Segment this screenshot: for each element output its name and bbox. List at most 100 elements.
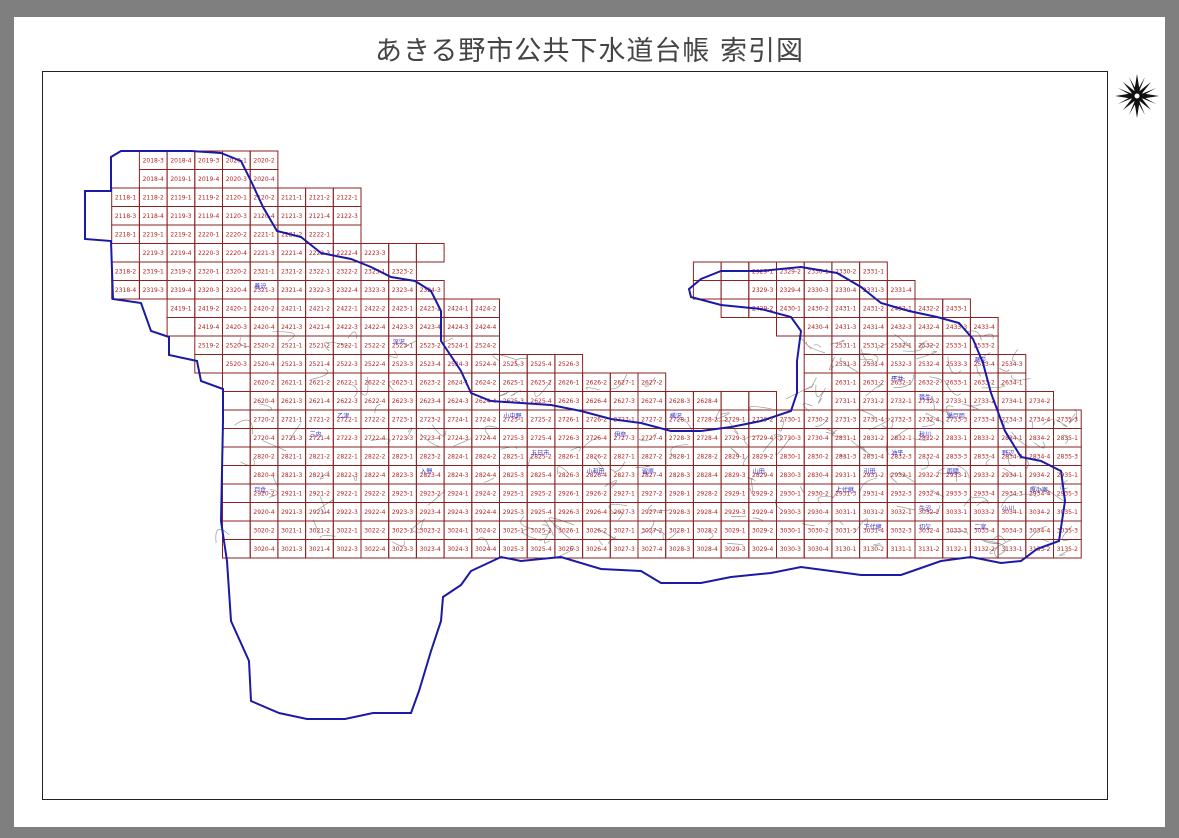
- grid-cell[interactable]: 2932-1: [886, 465, 916, 485]
- grid-cell[interactable]: 2923-1: [388, 483, 417, 503]
- grid-cell[interactable]: 2734-1: [997, 391, 1027, 411]
- grid-cell[interactable]: 2821-2: [305, 446, 334, 466]
- grid-cell[interactable]: [720, 280, 750, 300]
- grid-cell[interactable]: 2826-2: [582, 446, 611, 466]
- grid-cell[interactable]: 3024-2: [471, 520, 500, 540]
- grid-cell[interactable]: 2420-2: [249, 298, 279, 318]
- grid-cell[interactable]: [222, 502, 251, 522]
- grid-cell[interactable]: 2732-3: [886, 409, 916, 429]
- grid-cell[interactable]: [222, 409, 251, 429]
- grid-cell[interactable]: 3035-1: [1053, 502, 1082, 522]
- grid-cell[interactable]: 2732-1: [886, 391, 916, 411]
- grid-cell[interactable]: 2921-1: [277, 483, 307, 503]
- grid-cell[interactable]: 2532-2: [914, 335, 944, 355]
- grid-cell[interactable]: 2934-1: [997, 465, 1027, 485]
- grid-cell[interactable]: 2220-2: [222, 224, 251, 244]
- grid-cell[interactable]: 3021-1: [277, 520, 307, 540]
- grid-cell[interactable]: 2833-3: [942, 446, 971, 466]
- grid-cell[interactable]: 2934-3: [997, 483, 1027, 503]
- grid-cell[interactable]: 2935-3: [1053, 483, 1082, 503]
- grid-cell[interactable]: 2420-3: [222, 317, 251, 337]
- grid-cell[interactable]: 2834-2: [1025, 428, 1055, 448]
- grid-cell[interactable]: 2828-1: [665, 446, 694, 466]
- grid-cell[interactable]: [222, 483, 251, 503]
- grid-cell[interactable]: 2924-1: [443, 483, 473, 503]
- grid-cell[interactable]: [222, 372, 251, 392]
- grid-cell[interactable]: 2828-2: [692, 446, 722, 466]
- grid-cell[interactable]: 2431-2: [859, 298, 888, 318]
- grid-cell[interactable]: 3027-1: [609, 520, 639, 540]
- grid-cell[interactable]: 2932-4: [914, 483, 944, 503]
- grid-cell[interactable]: 2820-4: [249, 465, 279, 485]
- grid-cell[interactable]: 2730-1: [776, 409, 805, 429]
- grid-cell[interactable]: 3034-3: [997, 520, 1027, 540]
- grid-cell[interactable]: 2319-4: [166, 280, 196, 300]
- grid-cell[interactable]: 2928-1: [665, 483, 694, 503]
- grid-cell[interactable]: 2620-4: [249, 391, 279, 411]
- grid-cell[interactable]: 2118-1: [111, 187, 140, 207]
- grid-cell[interactable]: 2632-2: [914, 372, 944, 392]
- grid-cell[interactable]: 2431-4: [859, 317, 888, 337]
- grid-cell[interactable]: 3033-2: [969, 502, 999, 522]
- grid-cell[interactable]: 2119-1: [166, 187, 196, 207]
- grid-cell[interactable]: 2821-3: [277, 465, 307, 485]
- grid-cell[interactable]: 2432-3: [886, 317, 916, 337]
- grid-cell[interactable]: 3034-2: [1025, 502, 1055, 522]
- grid-cell[interactable]: 2829-3: [720, 465, 750, 485]
- grid-cell[interactable]: 2835-3: [1053, 446, 1082, 466]
- grid-cell[interactable]: 2625-4: [526, 391, 556, 411]
- grid-cell[interactable]: 2522-2: [360, 335, 390, 355]
- grid-cell[interactable]: 2526-3: [554, 354, 584, 374]
- grid-cell[interactable]: 2219-4: [166, 243, 196, 263]
- grid-cell[interactable]: 2521-2: [305, 335, 334, 355]
- grid-cell[interactable]: 3031-3: [831, 520, 861, 540]
- grid-cell[interactable]: 2018-4: [138, 169, 168, 189]
- grid-cell[interactable]: 2520-2: [249, 335, 279, 355]
- grid-cell[interactable]: 2821-1: [277, 446, 307, 466]
- grid-cell[interactable]: 2721-1: [277, 409, 307, 429]
- grid-cell[interactable]: 3027-2: [637, 520, 667, 540]
- grid-cell[interactable]: 2431-1: [831, 298, 861, 318]
- grid-cell[interactable]: 3023-4: [415, 539, 445, 559]
- grid-cell[interactable]: 2522-1: [332, 335, 362, 355]
- grid-cell[interactable]: 2729-4: [748, 428, 777, 448]
- grid-cell[interactable]: 2822-3: [332, 465, 362, 485]
- grid-cell[interactable]: 2924-4: [471, 502, 500, 522]
- grid-cell[interactable]: 2121-3: [277, 206, 307, 226]
- grid-cell[interactable]: 3031-2: [859, 502, 888, 522]
- grid-cell[interactable]: 2531-2: [859, 335, 888, 355]
- grid-cell[interactable]: 2524-4: [471, 354, 500, 374]
- grid-cell[interactable]: 2430-4: [803, 317, 833, 337]
- grid-cell[interactable]: 2924-2: [471, 483, 500, 503]
- grid-cell[interactable]: 2122-1: [332, 187, 362, 207]
- grid-cell[interactable]: 2420-1: [222, 298, 251, 318]
- grid-cell[interactable]: 2833-1: [942, 428, 971, 448]
- grid-cell[interactable]: 2925-1: [499, 483, 528, 503]
- grid-cell[interactable]: 2520-3: [222, 354, 251, 374]
- grid-cell[interactable]: 2925-4: [526, 502, 556, 522]
- grid-cell[interactable]: 2121-2: [305, 187, 334, 207]
- grid-cell[interactable]: 2119-2: [194, 187, 224, 207]
- grid-cell[interactable]: 2020-4: [249, 169, 279, 189]
- grid-cell[interactable]: 2531-3: [831, 354, 861, 374]
- grid-cell[interactable]: 2735-3: [1053, 409, 1082, 429]
- grid-cell[interactable]: 2633-1: [942, 372, 971, 392]
- grid-cell[interactable]: [692, 261, 722, 281]
- grid-cell[interactable]: 2733-4: [969, 409, 999, 429]
- grid-cell[interactable]: 2929-1: [720, 483, 750, 503]
- grid-cell[interactable]: 3032-3: [886, 520, 916, 540]
- grid-cell[interactable]: 2320-3: [194, 280, 224, 300]
- grid-cell[interactable]: 2318-4: [111, 280, 140, 300]
- grid-cell[interactable]: 2933-4: [969, 483, 999, 503]
- grid-cell[interactable]: 2721-2: [305, 409, 334, 429]
- grid-cell[interactable]: 2525-4: [526, 354, 556, 374]
- grid-cell[interactable]: 2532-4: [914, 354, 944, 374]
- grid-cell[interactable]: 3031-1: [831, 502, 861, 522]
- grid-cell[interactable]: 2929-3: [720, 502, 750, 522]
- grid-cell[interactable]: 2931-1: [831, 465, 861, 485]
- grid-cell[interactable]: 2821-4: [305, 465, 334, 485]
- grid-cell[interactable]: 2932-3: [886, 483, 916, 503]
- grid-cell[interactable]: 2329-2: [776, 261, 805, 281]
- grid-cell[interactable]: 2319-2: [166, 261, 196, 281]
- grid-cell[interactable]: 3028-3: [665, 539, 694, 559]
